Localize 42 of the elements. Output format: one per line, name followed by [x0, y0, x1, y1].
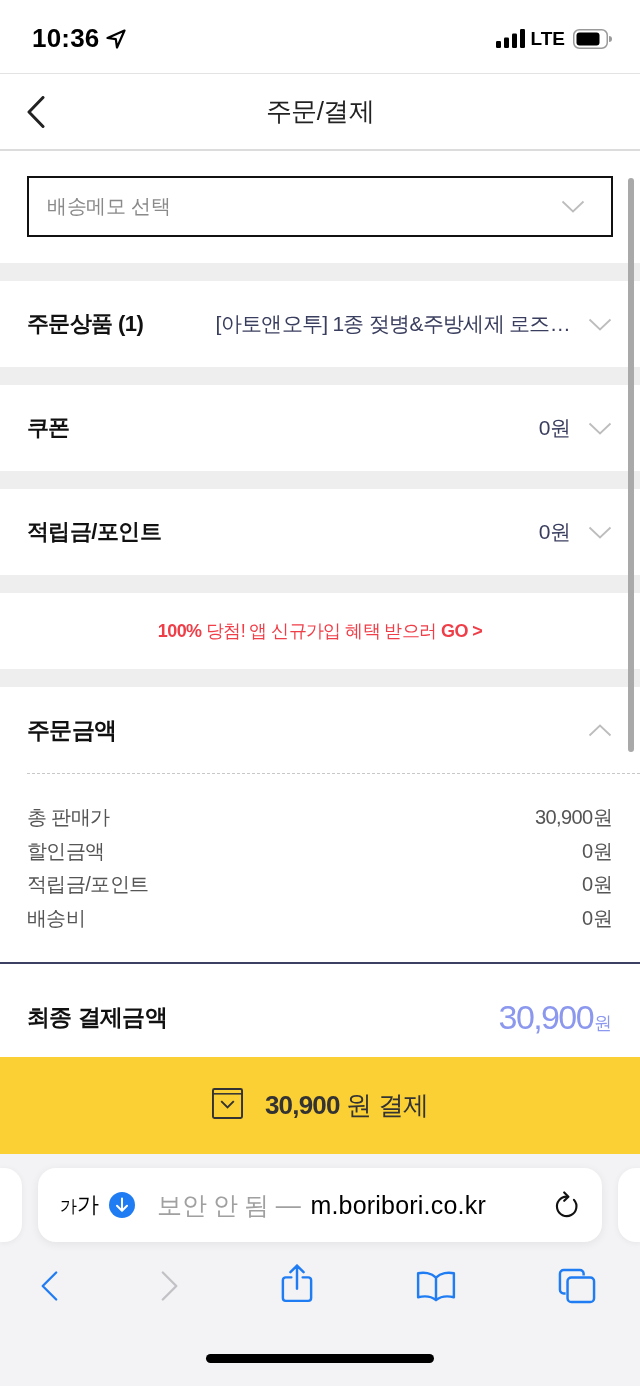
location-arrow-icon	[105, 28, 126, 49]
reload-icon[interactable]	[554, 1191, 580, 1219]
page-title: 주문/결제	[265, 95, 375, 128]
security-label: 보안 안 됨 —	[157, 1189, 301, 1221]
network-label: LTE	[530, 27, 565, 50]
currency-unit: 원	[594, 1013, 612, 1033]
chevron-down-icon[interactable]	[588, 421, 612, 435]
section-value: [아토앤오투] 1종 젖병&주방세제 로즈…	[214, 311, 570, 337]
summary-value: 0원	[582, 838, 612, 864]
tabs-icon[interactable]	[558, 1268, 596, 1304]
final-total-label: 최종 결제금액	[27, 1003, 168, 1032]
summary-value: 0원	[582, 872, 612, 898]
summary-label: 할인금액	[27, 838, 105, 864]
share-icon[interactable]	[281, 1263, 313, 1303]
chevron-down-icon[interactable]	[588, 525, 612, 539]
section-title: 주문금액	[27, 715, 117, 745]
signal-icon	[495, 29, 525, 48]
summary-label: 총 판매가	[27, 805, 110, 831]
open-book-icon[interactable]	[415, 1270, 456, 1302]
url-text: m.boribori.co.kr	[310, 1190, 486, 1220]
summary-label: 적립금/포인트	[27, 872, 149, 898]
chevron-down-icon	[561, 200, 585, 213]
square-chevron-icon	[211, 1088, 243, 1119]
battery-icon	[573, 28, 612, 49]
section-label: 쿠폰	[27, 414, 70, 442]
text-size-button[interactable]: 가가	[60, 1190, 99, 1220]
section-value: 0원	[537, 415, 570, 441]
section-label: 적립금/포인트	[27, 518, 161, 546]
download-icon[interactable]	[109, 1192, 135, 1218]
summary-label: 배송비	[27, 905, 86, 931]
back-icon[interactable]	[27, 96, 45, 128]
summary-value: 0원	[582, 905, 612, 931]
pay-button[interactable]: 30,900 원 결제	[0, 1057, 640, 1154]
total-amount: 30,900	[498, 998, 593, 1037]
section-label: 주문상품 (1)	[27, 310, 144, 338]
chevron-up-icon[interactable]	[588, 723, 612, 737]
promo-link[interactable]: 100% 당첨! 앱 신규가입 혜택 받으러 GO >	[157, 619, 483, 643]
summary-value: 30,900원	[535, 805, 612, 831]
chevron-down-icon[interactable]	[588, 317, 612, 331]
section-value: 0원	[537, 519, 570, 545]
address-bar[interactable]: 가가 보안 안 됨 — m.boribori.co.kr	[38, 1168, 602, 1242]
status-time: 10:36	[32, 23, 100, 54]
